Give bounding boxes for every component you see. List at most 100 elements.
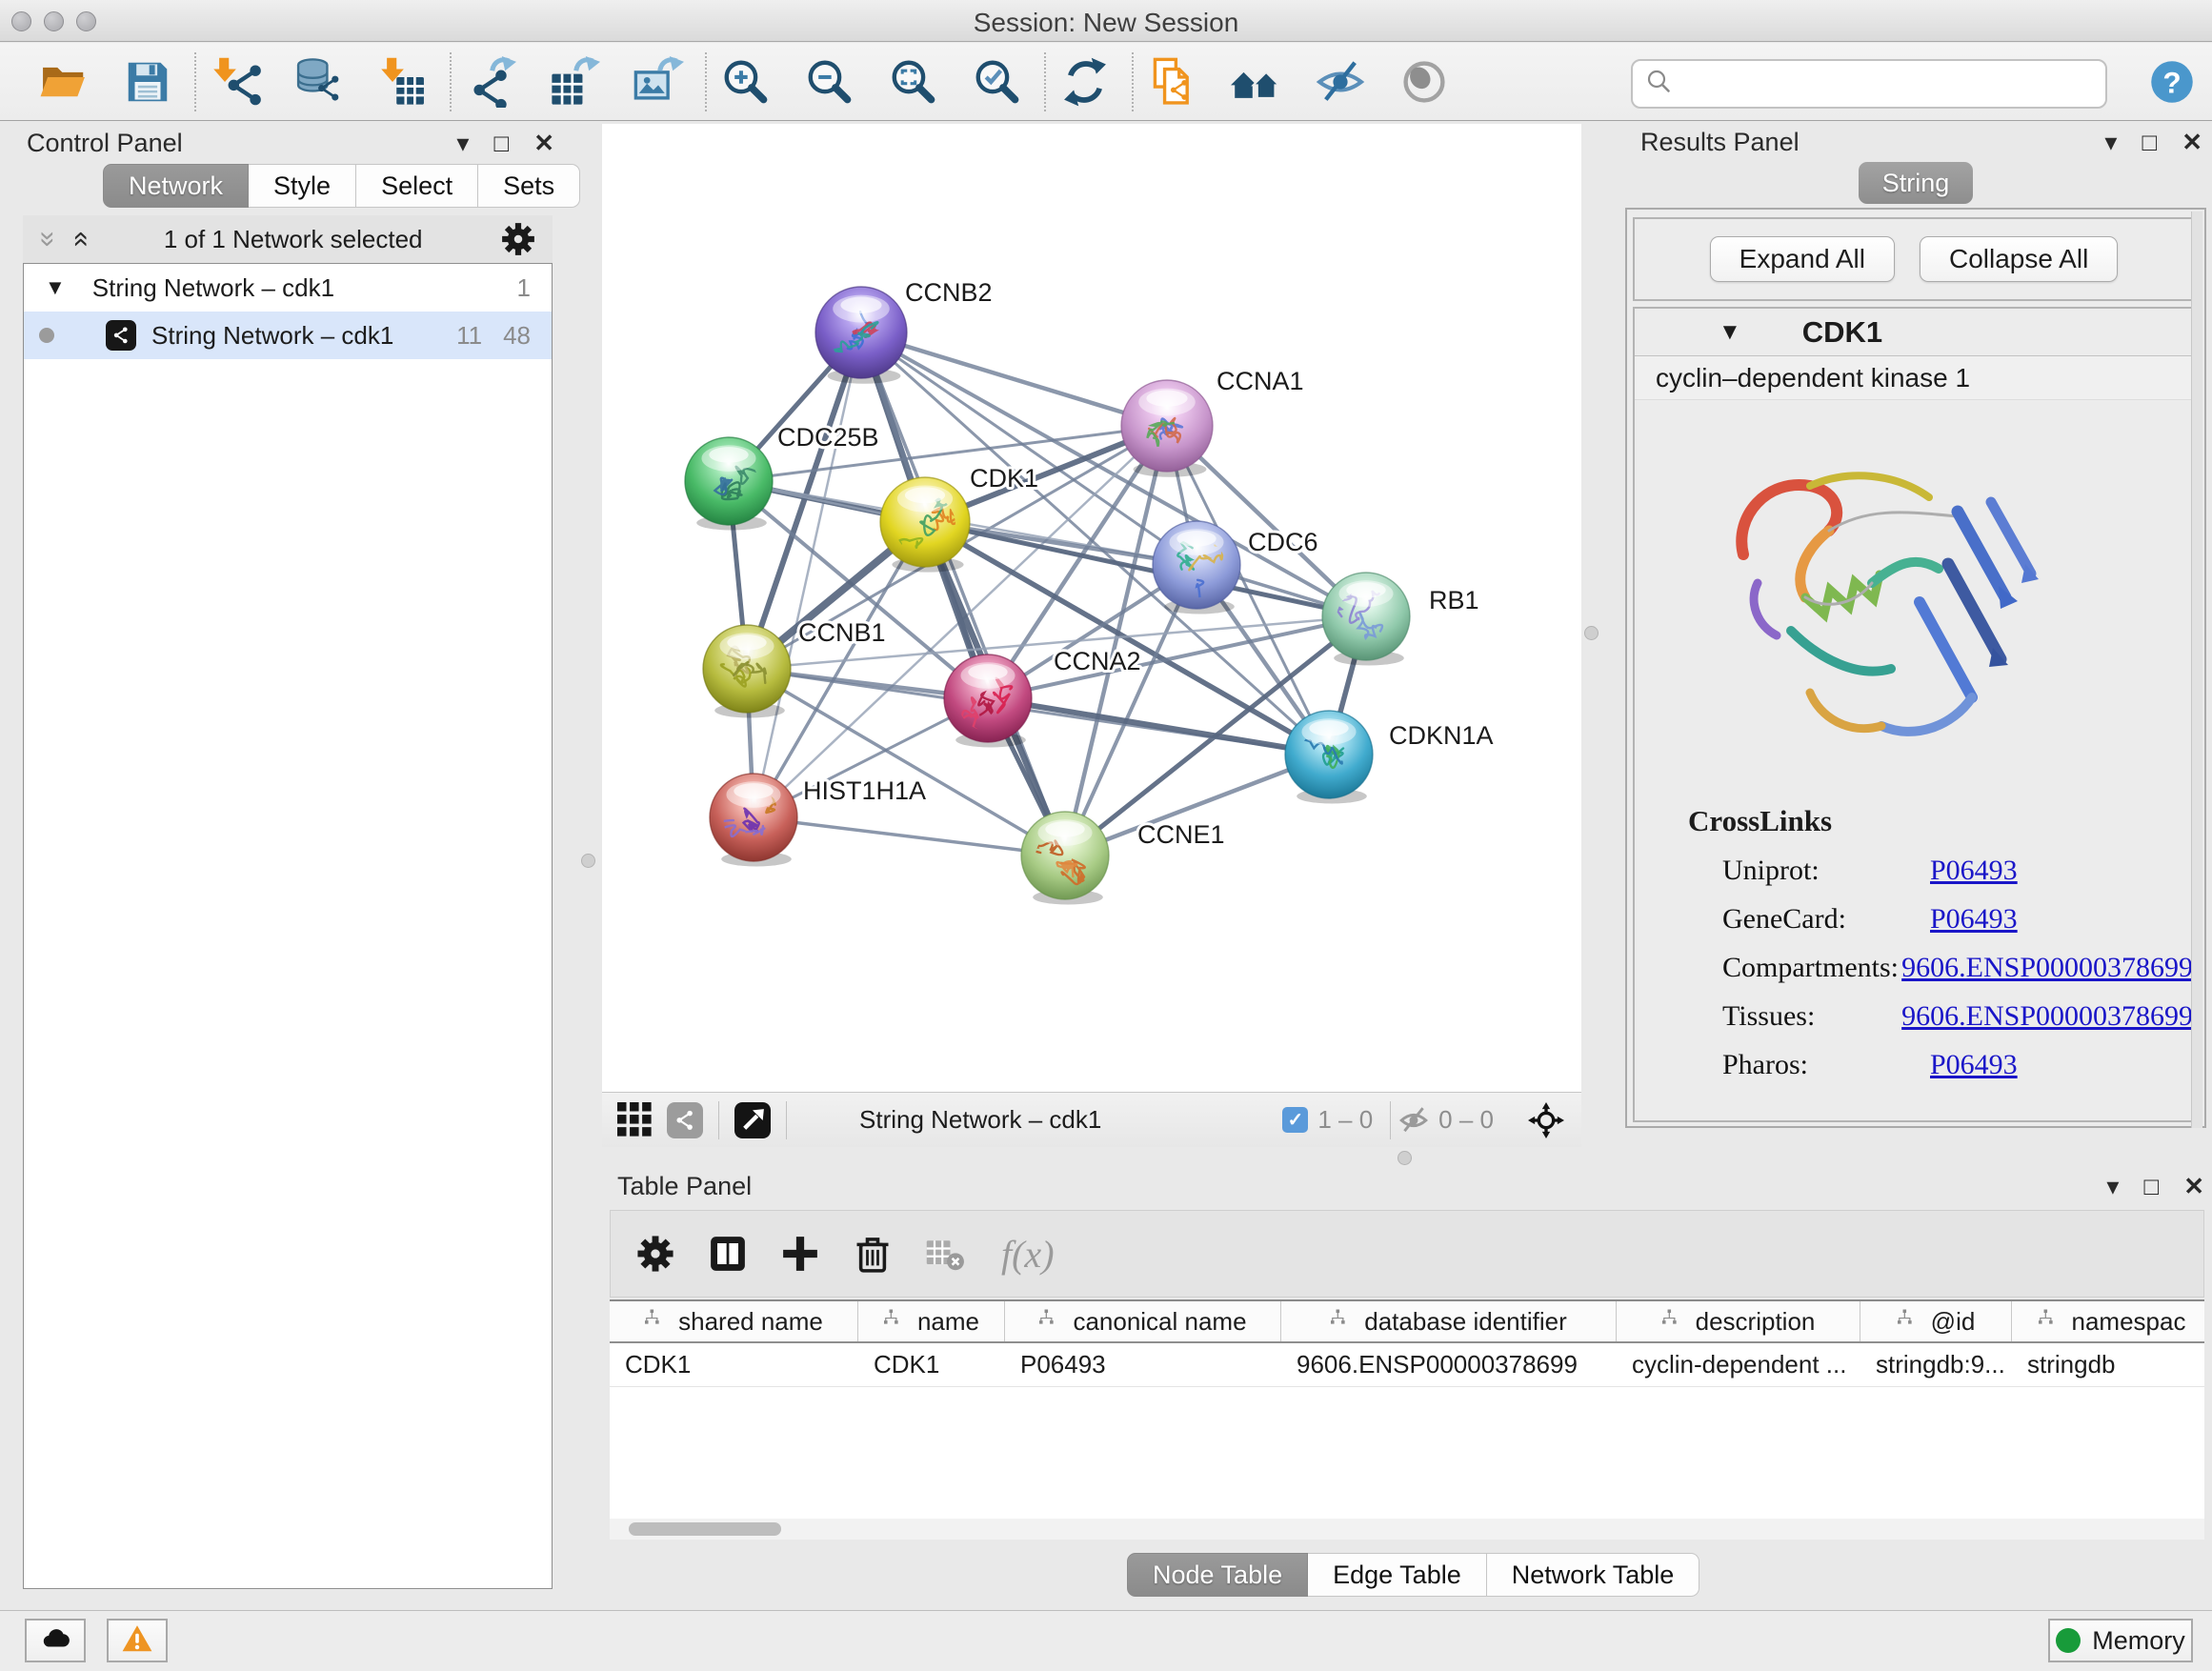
create-column-icon[interactable] <box>778 1232 822 1276</box>
network-collection-row[interactable]: ▼ String Network – cdk1 1 <box>24 264 552 312</box>
results-collapse-icon[interactable]: ▾ <box>2104 128 2117 157</box>
apply-layout-button[interactable] <box>1059 56 1111 108</box>
gear-icon <box>634 1233 676 1275</box>
selected-items-checkbox[interactable]: ✓ <box>1282 1107 1308 1133</box>
tab-style[interactable]: Style <box>249 164 356 208</box>
save-session-button[interactable] <box>122 56 173 108</box>
duplicate-network-button[interactable] <box>1147 56 1198 108</box>
help-button[interactable]: ? <box>2149 59 2195 105</box>
net-file-icon <box>106 320 136 351</box>
collapse-all-button[interactable]: Collapse All <box>1920 236 2118 282</box>
results-panel-title: Results Panel <box>1640 128 2080 157</box>
cloud-button[interactable] <box>25 1619 86 1662</box>
search-box[interactable] <box>1631 59 2107 109</box>
crosslink-link[interactable]: P06493 <box>1930 903 2018 936</box>
table-float-icon[interactable]: □ <box>2143 1172 2159 1201</box>
column-header-database-identifier[interactable]: database identifier <box>1281 1301 1617 1341</box>
export-network-button[interactable] <box>465 56 516 108</box>
network-node-CDKN1A[interactable]: CDKN1A <box>1285 711 1494 804</box>
network-node-HIST1H1A[interactable]: HIST1H1A <box>710 770 926 866</box>
first-neighbors-button[interactable] <box>1231 56 1282 108</box>
network-node-RB1[interactable]: RB1 <box>1322 569 1479 666</box>
show-columns-icon[interactable] <box>706 1232 750 1276</box>
zoom-in-button[interactable] <box>720 56 772 108</box>
crosslink-link[interactable]: P06493 <box>1930 855 2018 887</box>
search-input[interactable] <box>1682 69 2105 100</box>
export-image-button[interactable] <box>633 56 684 108</box>
tab-node-table[interactable]: Node Table <box>1127 1553 1308 1597</box>
import-network-from-database-button[interactable] <box>293 56 345 108</box>
gene-section-header[interactable]: ▼ CDK1 <box>1635 309 2193 356</box>
network-options-gear-icon[interactable] <box>499 220 537 258</box>
zoom-out-button[interactable] <box>804 56 855 108</box>
tab-string[interactable]: String <box>1859 162 1973 204</box>
tab-edge-table[interactable]: Edge Table <box>1308 1553 1487 1597</box>
network-row[interactable]: String Network – cdk1 11 48 <box>24 312 552 359</box>
results-close-icon[interactable]: ✕ <box>2182 128 2202 157</box>
zoom-selected-button[interactable] <box>972 56 1023 108</box>
network-edge-HIST1H1A-CCNE1[interactable] <box>754 817 1065 856</box>
collection-caret-icon[interactable]: ▼ <box>45 275 66 300</box>
column-header-shared-name[interactable]: shared name <box>610 1301 858 1341</box>
bottom-splitter-handle[interactable] <box>1398 1151 1412 1165</box>
tab-network[interactable]: Network <box>103 164 249 208</box>
hide-selected-button[interactable] <box>1315 56 1366 108</box>
tab-network-table[interactable]: Network Table <box>1487 1553 1700 1597</box>
open-session-button[interactable] <box>38 56 90 108</box>
import-table-button[interactable] <box>377 56 429 108</box>
network-edge-CCNB2-CCNA1[interactable] <box>861 332 1167 426</box>
tab-select[interactable]: Select <box>356 164 478 208</box>
network-node-CDK1[interactable]: CDK1 <box>877 464 1038 573</box>
right-splitter-handle[interactable] <box>1584 626 1599 640</box>
fit-selected-crosshair-icon[interactable] <box>1528 1102 1564 1138</box>
network-edge-CCNB2-HIST1H1A[interactable] <box>754 332 861 817</box>
hidden-items-eye-icon[interactable] <box>1398 1105 1429 1136</box>
network-node-CCNE1[interactable]: CCNE1 <box>1021 812 1225 905</box>
gene-caret-icon[interactable]: ▼ <box>1719 319 1741 346</box>
gene-section: ▼ CDK1 cyclin–dependent kinase 1 <box>1633 307 2195 1122</box>
crosslink-row: Uniprot:P06493 <box>1635 855 2193 887</box>
node-label-CCNB2: CCNB2 <box>905 278 993 307</box>
import-network-button[interactable] <box>210 56 261 108</box>
network-node-CDC25B[interactable]: CDC25B <box>685 423 879 531</box>
birdseye-view-icon[interactable] <box>734 1102 771 1138</box>
show-all-button[interactable] <box>1398 56 1450 108</box>
panel-close-icon[interactable]: ✕ <box>533 129 554 158</box>
zoom-fit-button[interactable] <box>888 56 939 108</box>
panel-collapse-icon[interactable]: ▾ <box>456 129 469 158</box>
collapse-all-networks-icon[interactable]: » <box>65 232 93 248</box>
expand-all-networks-icon[interactable]: » <box>33 232 62 248</box>
table-collapse-icon[interactable]: ▾ <box>2106 1172 2119 1201</box>
network-node-CCNA1[interactable]: CCNA1 <box>1121 367 1304 477</box>
column-header-canonical-name[interactable]: canonical name <box>1005 1301 1281 1341</box>
left-splitter-handle[interactable] <box>581 854 595 868</box>
crosslink-link[interactable]: 9606.ENSP00000378699 <box>1901 1000 2193 1033</box>
table-row[interactable]: CDK1CDK1P064939606.ENSP00000378699cyclin… <box>610 1343 2204 1387</box>
expand-all-button[interactable]: Expand All <box>1710 236 1895 282</box>
table-horizontal-scrollbar[interactable] <box>610 1519 2204 1540</box>
column-header-description[interactable]: description <box>1617 1301 1860 1341</box>
network-node-CCNB2[interactable]: CCNB2 <box>815 278 993 384</box>
crosslink-link[interactable]: P06493 <box>1930 1049 2018 1081</box>
scrollbar-thumb[interactable] <box>629 1522 781 1536</box>
column-header-@id[interactable]: @id <box>1860 1301 2012 1341</box>
results-float-icon[interactable]: □ <box>2142 128 2157 157</box>
warnings-button[interactable] <box>107 1619 168 1662</box>
column-header-namespac[interactable]: namespac <box>2012 1301 2204 1341</box>
results-scrollbar[interactable] <box>2191 211 2202 1128</box>
panel-float-icon[interactable]: □ <box>493 129 509 158</box>
memory-button[interactable]: Memory <box>2048 1619 2193 1662</box>
grid-view-icon[interactable] <box>617 1102 654 1138</box>
table-options-gear-icon[interactable] <box>633 1232 677 1276</box>
table-close-icon[interactable]: ✕ <box>2183 1172 2204 1201</box>
export-table-button[interactable] <box>549 56 600 108</box>
control-panel-title: Control Panel <box>27 129 432 158</box>
network-view-toolbar: String Network – cdk1 ✓ 1 – 0 0 – 0 <box>602 1092 1581 1147</box>
crosslink-link[interactable]: 9606.ENSP00000378699 <box>1901 952 2193 984</box>
delete-column-icon[interactable] <box>851 1232 895 1276</box>
network-view-share-icon[interactable] <box>667 1102 703 1138</box>
column-header-name[interactable]: name <box>858 1301 1005 1341</box>
tab-sets[interactable]: Sets <box>478 164 580 208</box>
network-edge-RB1-CCNA2[interactable] <box>988 616 1366 698</box>
crosslink-label: Compartments: <box>1722 952 1901 984</box>
